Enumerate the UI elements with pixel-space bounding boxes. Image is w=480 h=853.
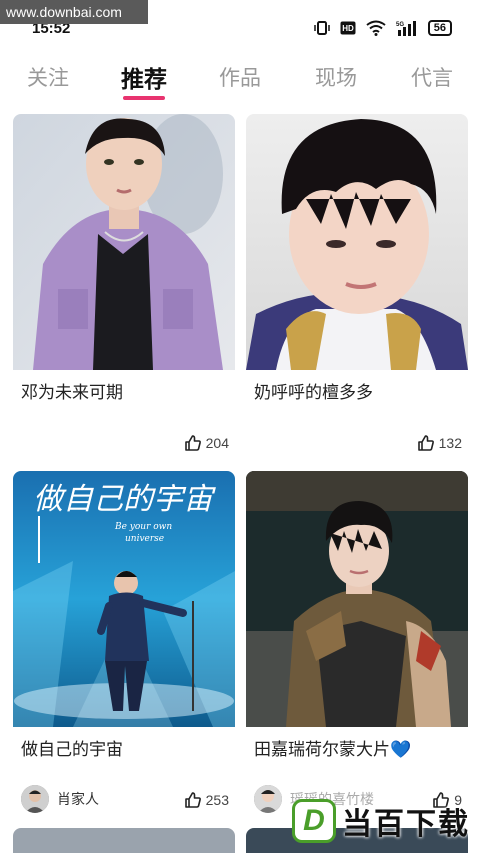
feed-card[interactable]: 奶呼呼的檀多多 132	[246, 114, 468, 466]
signal-icon: 5G	[396, 21, 416, 36]
tab-live[interactable]: 现场	[288, 44, 384, 104]
thumbs-up-icon	[417, 435, 434, 451]
like-count: 132	[438, 435, 462, 451]
tab-label: 关注	[27, 67, 69, 90]
vibrate-icon	[314, 21, 330, 35]
logo-d-icon: D	[292, 799, 336, 843]
like-count: 204	[205, 435, 229, 451]
tab-endorsement[interactable]: 代言	[384, 44, 480, 104]
battery-indicator: 56	[427, 20, 452, 36]
card-title: 邓为未来可期	[21, 383, 123, 402]
tab-label: 代言	[411, 67, 453, 90]
thumbs-up-icon	[184, 792, 201, 808]
tab-label: 推荐	[121, 66, 167, 92]
poster-subline-1: Be your own	[114, 522, 172, 532]
avatar	[254, 785, 282, 813]
wifi-icon	[366, 20, 386, 36]
status-icons: HD 5G 56	[314, 20, 452, 36]
next-card-peek[interactable]	[13, 828, 235, 853]
tab-follow[interactable]: 关注	[0, 44, 96, 104]
tab-bar: 关注 推荐 作品 现场 代言	[0, 44, 480, 104]
poster-subline-2: universe	[125, 534, 164, 544]
like-count: 253	[205, 792, 229, 808]
hd-icon: HD	[340, 21, 356, 35]
svg-text:HD: HD	[342, 24, 354, 33]
card-photo	[13, 114, 235, 370]
card-meta: 肖家人 253	[13, 783, 235, 823]
card-photo: 做自己的宇宙 Be your own universe	[13, 471, 235, 727]
avatar	[21, 785, 49, 813]
poster-headline: 做自己的宇宙	[33, 482, 216, 517]
thumbs-up-icon	[184, 435, 201, 451]
feed-card[interactable]: 田嘉瑞荷尔蒙大片💙 瑶瑶的喜竹楼 9	[246, 471, 468, 823]
card-meta: 132	[246, 426, 468, 466]
card-title: 奶呼呼的檀多多	[254, 383, 373, 402]
like-button[interactable]: 253	[184, 791, 229, 809]
active-tab-indicator	[123, 96, 165, 100]
card-title: 做自己的宇宙	[21, 740, 123, 759]
tab-works[interactable]: 作品	[192, 44, 288, 104]
card-author[interactable]: 肖家人	[21, 785, 99, 813]
card-title: 田嘉瑞荷尔蒙大片💙	[254, 740, 412, 759]
site-logo: D 当百下载	[292, 799, 470, 843]
card-photo	[246, 114, 468, 370]
card-meta: 204	[13, 426, 235, 466]
like-button[interactable]: 132	[417, 434, 462, 452]
logo-text: 当百下载	[342, 808, 470, 841]
author-name: 肖家人	[57, 791, 99, 807]
feed-card[interactable]: 邓为未来可期 204	[13, 114, 235, 466]
watermark-label: www.downbai.com	[0, 0, 148, 24]
feed-card[interactable]: 做自己的宇宙 Be your own universe 做自己的宇宙 肖家人 2…	[13, 471, 235, 823]
like-button[interactable]: 204	[184, 434, 229, 452]
tab-recommend[interactable]: 推荐	[96, 44, 192, 104]
tab-label: 作品	[219, 67, 261, 90]
card-photo	[246, 471, 468, 727]
tab-label: 现场	[315, 67, 357, 90]
feed-grid: 邓为未来可期 204 奶呼呼的檀多多 132 做自己的宇宙 Be your ow…	[0, 104, 480, 853]
